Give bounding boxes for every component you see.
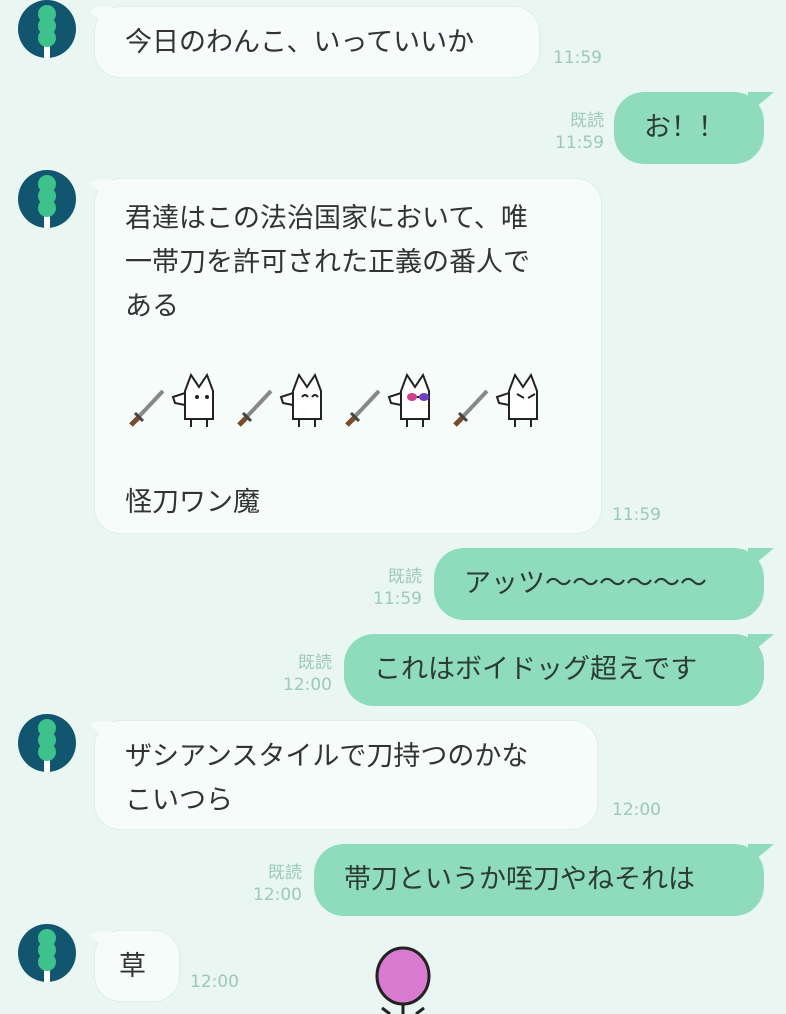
sword-icon [453, 389, 489, 427]
sword-icon [345, 389, 381, 427]
message-text: お！！ [644, 112, 725, 143]
message-text: これはボイドッグ超えです [374, 654, 698, 685]
read-status: 既読 [268, 863, 302, 883]
message-text: アッツ〜〜〜〜〜〜 [464, 568, 707, 599]
dango-icon [38, 175, 56, 228]
dango-icon [38, 929, 56, 982]
message-bubble-incoming[interactable]: 今日のわんこ、いっていいか [94, 6, 540, 78]
message-time: 11:59 [373, 589, 422, 609]
message-bubble-incoming[interactable]: 君達はこの法治国家において、唯 一帯刀を許可された正義の番人で ある 怪刀ワン魔 [94, 178, 602, 534]
message-time: 12:00 [283, 675, 332, 695]
sticker-row [125, 369, 571, 429]
avatar[interactable] [18, 0, 76, 58]
message-time: 11:59 [555, 133, 604, 153]
dog-sticker [171, 372, 214, 427]
message-line: ザシアンスタイルで刀持つのかな [125, 741, 529, 772]
message-meta: 既読 12:00 [268, 652, 332, 696]
message-bubble-incoming[interactable]: ザシアンスタイルで刀持つのかな こいつら [94, 720, 598, 830]
avatar[interactable] [18, 170, 76, 228]
sword-icon [129, 389, 165, 427]
message-bubble-outgoing[interactable]: これはボイドッグ超えです [344, 634, 764, 706]
dango-icon [38, 5, 56, 58]
message-text: 今日のわんこ、いっていいか [125, 27, 475, 58]
sword-icon [237, 389, 273, 427]
message-time: 12:00 [253, 885, 302, 905]
read-status: 既読 [298, 653, 332, 673]
message-time: 11:59 [553, 48, 602, 68]
message-text: 帯刀というか咥刀やねそれは [344, 864, 695, 895]
message-meta: 既読 11:59 [358, 566, 422, 610]
message-bubble-outgoing[interactable]: 帯刀というか咥刀やねそれは [314, 844, 764, 916]
message-bubble-outgoing[interactable]: アッツ〜〜〜〜〜〜 [434, 548, 764, 620]
read-status: 既読 [388, 567, 422, 587]
message-line: 一帯刀を許可された正義の番人で [125, 247, 530, 278]
message-line: 君達はこの法治国家において、唯 [125, 203, 528, 234]
message-time: 12:00 [612, 800, 661, 820]
read-status: 既読 [570, 111, 604, 131]
message-line: こいつら [125, 785, 233, 816]
message-bubble-incoming[interactable]: 草 [94, 930, 180, 1002]
message-time: 12:00 [190, 972, 239, 992]
message-line: ある [125, 291, 179, 322]
message-time: 11:59 [612, 505, 661, 525]
dog-sticker-happy [279, 372, 322, 427]
message-footer: 怪刀ワン魔 [125, 487, 260, 518]
dango-icon [38, 719, 56, 772]
dog-sticker-sunglasses [387, 372, 430, 427]
message-bubble-outgoing[interactable]: お！！ [614, 92, 764, 164]
sticker-partial[interactable] [370, 944, 440, 1014]
message-meta: 既読 11:59 [540, 110, 604, 154]
avatar[interactable] [18, 924, 76, 982]
dog-sticker-serious [495, 372, 538, 427]
avatar[interactable] [18, 714, 76, 772]
message-meta: 既読 12:00 [238, 862, 302, 906]
message-text: 草 [119, 951, 146, 982]
